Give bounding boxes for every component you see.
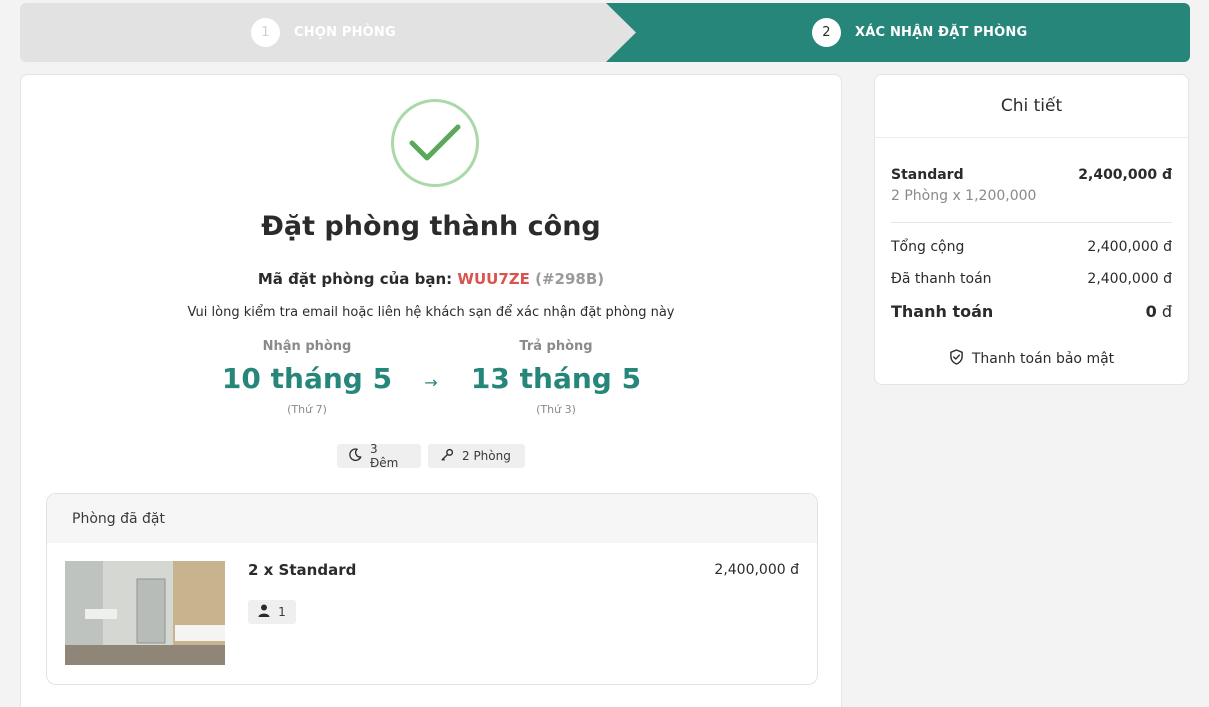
booked-room-price: 2,400,000 đ bbox=[714, 562, 799, 578]
paid-label: Đã thanh toán bbox=[891, 271, 992, 287]
room-type-name: Standard bbox=[891, 167, 964, 183]
checkout-block: Trả phòng 13 tháng 5 (Thứ 3) bbox=[446, 339, 666, 416]
secure-payment-note: Thanh toán bảo mật bbox=[875, 349, 1188, 369]
step-label: CHỌN PHÒNG bbox=[294, 25, 396, 40]
due-value: 0 đ bbox=[1146, 302, 1172, 321]
room-calc: 2 Phòng x 1,200,000 bbox=[891, 188, 1037, 204]
step-number: 1 bbox=[251, 18, 280, 47]
paid-row: Đã thanh toán 2,400,000 đ bbox=[891, 271, 1172, 287]
checkin-block: Nhận phòng 10 tháng 5 (Thứ 7) bbox=[197, 339, 417, 416]
booking-code-label: Mã đặt phòng của bạn: bbox=[257, 270, 453, 288]
booked-rooms-header: Phòng đã đặt bbox=[47, 494, 817, 543]
guest-count: 1 bbox=[278, 605, 286, 619]
rooms-badge: 2 Phòng bbox=[428, 444, 525, 468]
details-divider bbox=[891, 222, 1172, 223]
success-title: Đặt phòng thành công bbox=[261, 211, 601, 242]
total-row: Tổng cộng 2,400,000 đ bbox=[891, 239, 1172, 255]
shield-check-icon bbox=[949, 349, 964, 369]
total-value: 2,400,000 đ bbox=[1087, 239, 1172, 255]
confirmation-note: Vui lòng kiểm tra email hoặc liên hệ khá… bbox=[187, 305, 675, 320]
step-choose-room[interactable]: 1 CHỌN PHÒNG bbox=[251, 3, 396, 62]
nights-count: 3 Đêm bbox=[370, 442, 399, 470]
booked-rooms-panel: Phòng đã đặt 2 x Standard 2,400,000 đ 1 bbox=[46, 493, 818, 685]
due-row: Thanh toán 0 đ bbox=[891, 302, 1172, 321]
room-photo bbox=[65, 561, 225, 665]
nights-badge: 3 Đêm bbox=[337, 442, 421, 470]
due-amount: 0 bbox=[1145, 302, 1157, 321]
checkout-date: 13 tháng 5 bbox=[470, 362, 642, 395]
booked-room-name: 2 x Standard bbox=[248, 561, 357, 579]
rooms-count: 2 Phòng bbox=[462, 449, 511, 463]
due-currency: đ bbox=[1161, 302, 1172, 321]
paid-value: 2,400,000 đ bbox=[1087, 271, 1172, 287]
booking-stepper: 1 CHỌN PHÒNG 2 XÁC NHẬN ĐẶT PHÒNG bbox=[20, 3, 1190, 62]
checkin-date: 10 tháng 5 bbox=[221, 362, 393, 395]
checkout-weekday: (Thứ 3) bbox=[536, 403, 576, 416]
due-label: Thanh toán bbox=[891, 302, 994, 321]
booking-details-card: Chi tiết Standard 2,400,000 đ 2 Phòng x … bbox=[874, 74, 1189, 385]
booking-id: (#298B) bbox=[535, 270, 605, 288]
key-icon bbox=[440, 448, 454, 465]
step-label: XÁC NHẬN ĐẶT PHÒNG bbox=[855, 25, 1028, 40]
checkin-label: Nhận phòng bbox=[262, 339, 352, 354]
booking-code: WUU7ZE bbox=[457, 270, 530, 288]
moon-icon bbox=[349, 448, 362, 464]
booking-code-line: Mã đặt phòng của bạn: WUU7ZE (#298B) bbox=[21, 270, 841, 288]
secure-payment-label: Thanh toán bảo mật bbox=[971, 351, 1115, 367]
room-calc-row: 2 Phòng x 1,200,000 bbox=[891, 188, 1172, 204]
guest-count-badge: 1 bbox=[248, 600, 296, 624]
checkin-weekday: (Thứ 7) bbox=[287, 403, 327, 416]
user-icon bbox=[258, 604, 270, 620]
room-type-amount: 2,400,000 đ bbox=[1078, 167, 1172, 183]
details-title: Chi tiết bbox=[875, 75, 1188, 138]
confirmation-card: Đặt phòng thành công Mã đặt phòng của bạ… bbox=[20, 74, 842, 707]
checkmark-icon bbox=[391, 99, 479, 187]
total-label: Tổng cộng bbox=[891, 239, 965, 255]
arrow-right-icon: → bbox=[424, 373, 438, 392]
step-confirm-booking[interactable]: 2 XÁC NHẬN ĐẶT PHÒNG bbox=[812, 3, 1027, 62]
step-number: 2 bbox=[812, 18, 841, 47]
room-type-row: Standard 2,400,000 đ bbox=[891, 167, 1172, 183]
checkout-label: Trả phòng bbox=[519, 339, 593, 354]
